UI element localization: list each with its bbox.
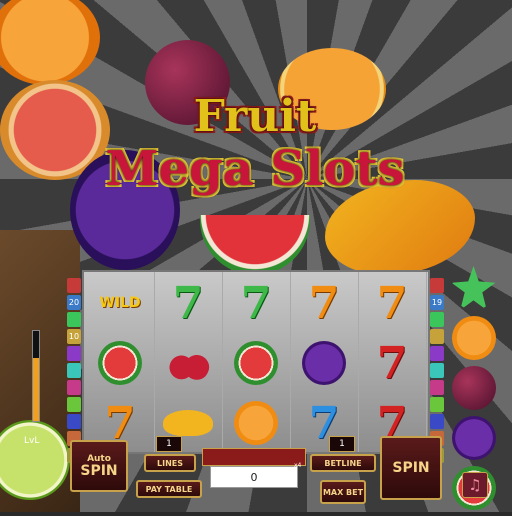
plum-icon [451,366,496,410]
title-line-2: Mega Slots [105,141,405,197]
payline-indicator [430,278,444,293]
symbol-cherry [158,334,218,392]
slot-reels: WILD 7 7 7 7 7 7 7 7 [82,270,430,454]
orange-icon [451,316,496,360]
reel-4: 77 [290,272,359,452]
title-line-1: Fruit [193,91,317,142]
symbol-melon [90,334,150,392]
symbol-seven-orange: 7 [308,277,340,329]
betline-button[interactable]: BETLINE [310,454,376,472]
payline-indicator [430,397,444,412]
game-title: Fruit Mega Slots [55,91,455,197]
multiplier-label: x4 [294,462,302,469]
auto-spin-bottom-label: SPIN [80,462,118,479]
payline-indicator [67,397,81,412]
betline-value: 1 [329,436,355,452]
auto-spin-button[interactable]: Auto SPIN [70,440,128,492]
symbol-seven-green: 7 [172,277,204,329]
payline-indicator [430,363,444,378]
win-banner [202,448,306,466]
max-bet-button[interactable]: MAX BET [320,480,366,504]
symbol-grape [294,334,354,392]
payline-indicator [430,312,444,327]
payline-indicator: 20 [67,295,81,310]
control-panel: Auto SPIN 1 LINES PAY TABLE 0 x4 1 BETLI… [70,436,442,512]
level-label: LvL [24,436,40,446]
reel-5: 777 [358,272,427,452]
payline-indicator [67,363,81,378]
lines-value: 1 [156,436,182,452]
payline-indicator: 19 [430,295,444,310]
lines-button[interactable]: LINES [144,454,196,472]
payline-indicator [430,346,444,361]
symbol-melon [226,334,286,392]
symbol-seven-orange: 7 [376,277,408,329]
payline-indicator [67,312,81,327]
symbol-seven-red: 7 [376,337,408,389]
level-meter [32,330,40,422]
reel-1: WILD 7 [86,272,155,452]
payline-indicator [67,414,81,429]
payline-indicator [430,414,444,429]
payline-indicator [430,380,444,395]
payline-indicator [67,346,81,361]
symbol-seven-green: 7 [240,277,272,329]
reel-3: 7 [222,272,291,452]
level-meter-fill [33,358,39,421]
pay-table-button[interactable]: PAY TABLE [136,480,202,498]
payline-indicator [67,380,81,395]
symbol-wild-bell: WILD [99,295,141,311]
win-display: 0 [210,466,298,488]
music-note-icon[interactable]: ♫ [462,472,488,498]
star-icon [451,266,496,310]
grape-icon [451,416,496,460]
payline-indicator: 10 [67,329,81,344]
payline-indicator [67,278,81,293]
payline-indicator [430,329,444,344]
reel-2: 7 [154,272,223,452]
spin-button[interactable]: SPIN [380,436,442,500]
